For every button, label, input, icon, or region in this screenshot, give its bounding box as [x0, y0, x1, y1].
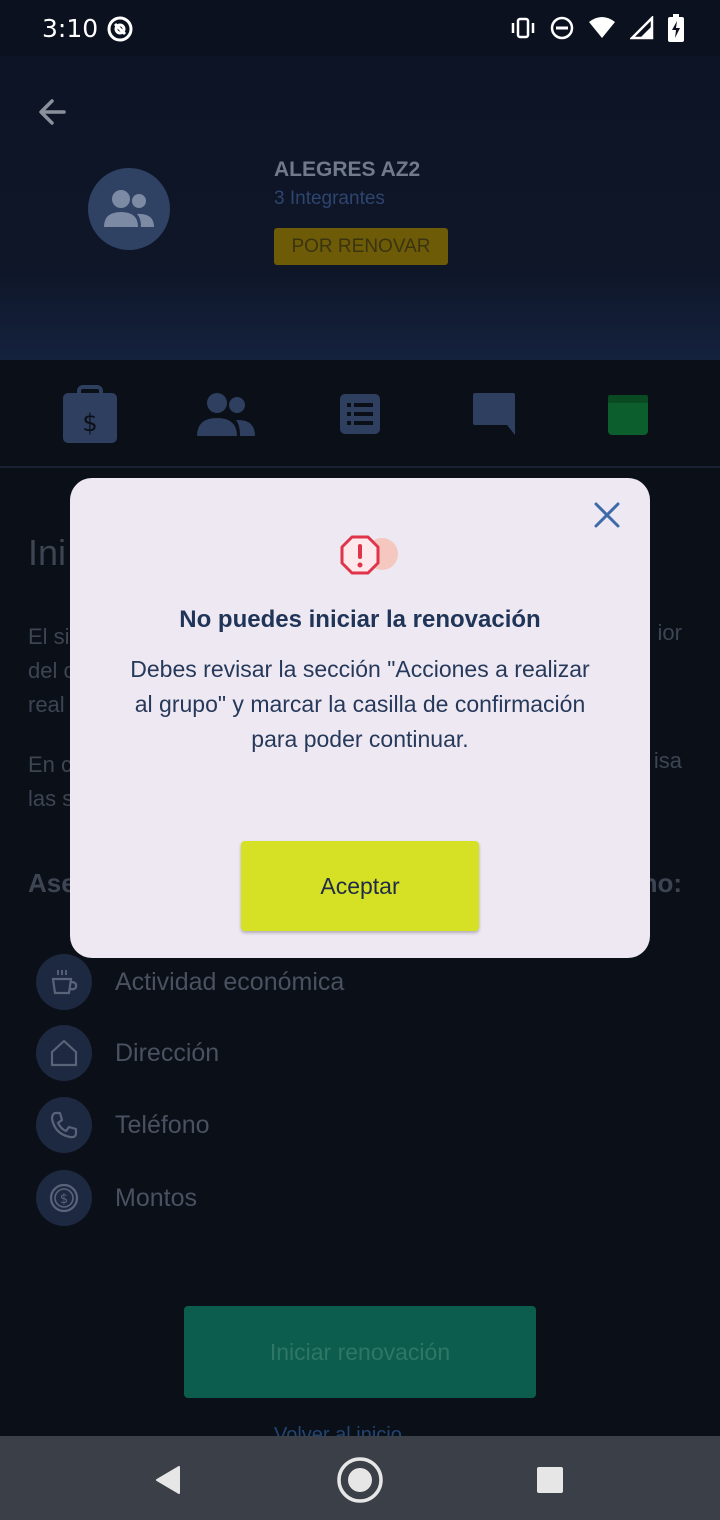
list-item-direccion: Dirección	[36, 1025, 219, 1081]
intro-text-line-end: ior	[657, 620, 682, 645]
at-sign-icon	[107, 16, 133, 42]
svg-text:$: $	[82, 409, 97, 437]
intro-text-line-end: isa	[653, 748, 682, 773]
list-item-telefono: Teléfono	[36, 1097, 210, 1153]
group-header: ALEGRES AZ2 3 Integrantes POR RENOVAR	[0, 56, 720, 360]
list-icon	[340, 394, 380, 434]
back-arrow-icon[interactable]	[34, 92, 74, 132]
intro-text-line: El si	[28, 624, 70, 649]
status-time: 3:10	[42, 14, 99, 43]
chat-icon	[473, 393, 515, 435]
vibrate-icon	[511, 17, 535, 39]
recents-square-icon	[537, 1467, 563, 1493]
group-name: ALEGRES AZ2	[274, 158, 421, 181]
tab-list[interactable]	[328, 382, 392, 446]
signal-icon	[630, 16, 654, 40]
tab-members[interactable]	[194, 382, 258, 446]
item-label: Montos	[115, 1183, 197, 1212]
item-label: Actividad económica	[115, 967, 345, 996]
nav-back-button[interactable]	[144, 1456, 192, 1504]
tab-chat[interactable]	[462, 382, 526, 446]
coffee-icon	[36, 954, 92, 1010]
warning-octagon-icon	[340, 535, 398, 575]
tab-payments[interactable]: $	[58, 382, 122, 446]
status-badge: POR RENOVAR	[274, 228, 448, 265]
intro-text-line: del c	[28, 658, 75, 683]
list-item-actividad: Actividad económica	[36, 954, 344, 1010]
close-icon[interactable]	[590, 498, 624, 532]
group-icon	[104, 190, 154, 227]
item-label: Teléfono	[115, 1110, 210, 1139]
dialog-message: Debes revisar la sección "Acciones a rea…	[130, 656, 590, 752]
dialog-title: No puedes iniciar la renovación	[179, 606, 541, 633]
phone-icon	[36, 1097, 92, 1153]
group-members-count: 3 Integrantes	[274, 188, 385, 209]
list-item-montos: $ Montos	[36, 1170, 197, 1226]
status-icons	[510, 14, 684, 42]
coin-icon: $	[36, 1170, 92, 1226]
svg-text:$: $	[60, 1192, 68, 1207]
clipboard-dollar-icon: $	[63, 385, 117, 443]
nav-recents-button[interactable]	[526, 1456, 574, 1504]
do-not-disturb-icon	[550, 16, 574, 40]
intro-text-line: En c	[28, 752, 73, 777]
start-renewal-button[interactable]: Iniciar renovación	[184, 1306, 536, 1398]
system-navbar	[0, 1436, 720, 1520]
group-avatar	[88, 168, 170, 250]
tab-calendar[interactable]	[596, 382, 660, 446]
back-triangle-icon	[156, 1466, 180, 1494]
item-label: Dirección	[115, 1038, 220, 1067]
nav-home-button[interactable]	[336, 1456, 384, 1504]
accept-button[interactable]: Aceptar	[241, 841, 479, 931]
intro-text-line: real	[28, 692, 65, 717]
home-circle-icon	[337, 1457, 383, 1503]
intro-text-line: las s	[28, 786, 74, 811]
section-tabbar: $	[0, 360, 720, 468]
status-bar: 3:10	[0, 0, 720, 56]
home-icon	[36, 1025, 92, 1081]
battery-charging-icon	[668, 14, 684, 42]
assessment-heading: Ase	[28, 868, 76, 898]
wifi-icon	[589, 17, 615, 38]
calendar-icon	[608, 395, 648, 435]
group-icon	[197, 393, 255, 436]
page-title: Ini	[28, 532, 67, 573]
error-dialog: No puedes iniciar la renovación Debes re…	[70, 478, 650, 958]
